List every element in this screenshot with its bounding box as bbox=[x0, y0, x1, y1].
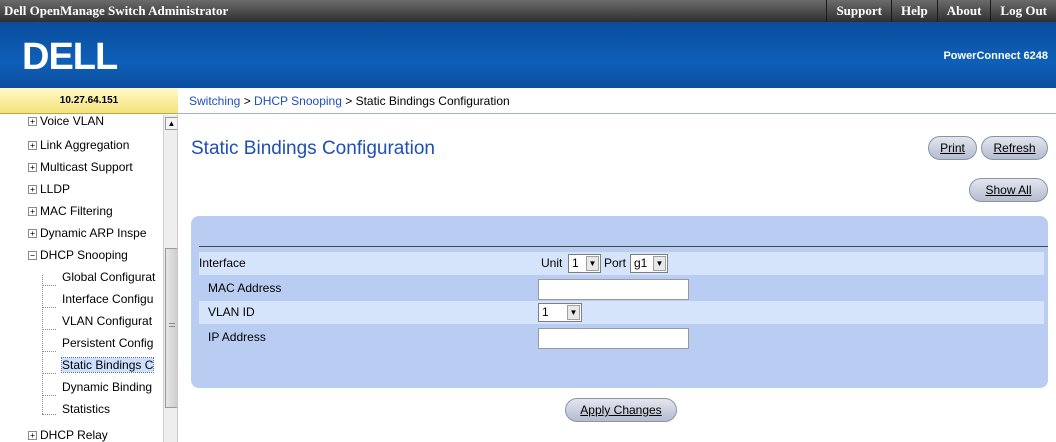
sidebar-item-vlan-configuration[interactable]: VLAN Configurat bbox=[62, 311, 152, 331]
breadcrumb-switching[interactable]: Switching bbox=[189, 94, 240, 108]
unit-select[interactable]: 1 ▼ bbox=[568, 254, 601, 273]
breadcrumb: Switching > DHCP Snooping > Static Bindi… bbox=[178, 88, 1056, 114]
about-link[interactable]: About bbox=[936, 0, 991, 22]
sidebar-item-label: LLDP bbox=[40, 182, 71, 196]
sidebar-item-lldp[interactable]: + LLDP bbox=[28, 179, 70, 199]
dell-logo: DELL bbox=[22, 36, 119, 74]
unit-value: 1 bbox=[572, 256, 579, 270]
sidebar-item-label: Interface Configu bbox=[62, 292, 154, 306]
tree-connector bbox=[42, 351, 56, 352]
sidebar-item-label: Global Configurat bbox=[62, 270, 156, 284]
sidebar-item-statistics[interactable]: Statistics bbox=[62, 399, 110, 419]
sidebar-item-persistent-configuration[interactable]: Persistent Config bbox=[62, 333, 153, 353]
sidebar-item-dynamic-bindings[interactable]: Dynamic Binding bbox=[62, 377, 152, 397]
sidebar-item-dhcp-relay[interactable]: + DHCP Relay bbox=[28, 425, 108, 442]
expand-icon[interactable]: + bbox=[28, 207, 37, 217]
sidebar-item-dhcp-snooping[interactable]: − DHCP Snooping bbox=[28, 245, 128, 265]
sidebar-item-mac-filtering[interactable]: + MAC Filtering bbox=[28, 201, 113, 221]
logout-link[interactable]: Log Out bbox=[990, 0, 1056, 22]
device-ip: 10.27.64.151 bbox=[0, 88, 178, 114]
tree-connector bbox=[42, 285, 56, 286]
chevron-down-icon[interactable]: ▼ bbox=[567, 305, 580, 320]
top-links: Support Help About Log Out bbox=[826, 0, 1056, 22]
model-name: PowerConnect 6248 bbox=[943, 50, 1048, 62]
port-select[interactable]: g1 ▼ bbox=[630, 254, 668, 273]
vlan-id-row: VLAN ID 1 ▼ bbox=[199, 301, 1044, 324]
header-banner: DELL PowerConnect 6248 bbox=[0, 22, 1056, 88]
ip-address-row: IP Address bbox=[199, 326, 1044, 349]
expand-icon[interactable]: + bbox=[28, 431, 37, 441]
ip-address-input[interactable] bbox=[538, 328, 689, 349]
sidebar-item-label: DHCP Relay bbox=[40, 428, 108, 442]
sidebar-item-static-bindings[interactable]: Static Bindings C bbox=[60, 355, 155, 375]
svg-text:DELL: DELL bbox=[22, 36, 118, 74]
sidebar-item-link-aggregation[interactable]: + Link Aggregation bbox=[28, 135, 129, 155]
sidebar-item-label: MAC Filtering bbox=[40, 204, 113, 218]
interface-row: Interface Unit 1 ▼ Port g1 ▼ bbox=[199, 252, 1044, 275]
sidebar-item-label: Link Aggregation bbox=[40, 138, 130, 152]
nav-tree: + Voice VLAN + Link Aggregation + Multicast… bbox=[0, 115, 178, 442]
mac-address-row: MAC Address bbox=[199, 277, 1044, 300]
help-link[interactable]: Help bbox=[890, 0, 937, 22]
scroll-thumb[interactable] bbox=[165, 248, 177, 408]
ip-address-label: IP Address bbox=[208, 330, 266, 344]
refresh-button[interactable]: Refresh bbox=[981, 136, 1048, 160]
collapse-icon[interactable]: − bbox=[28, 251, 37, 261]
expand-icon[interactable]: + bbox=[28, 185, 37, 195]
sidebar-item-label: Dynamic Binding bbox=[62, 380, 153, 394]
expand-icon[interactable]: + bbox=[28, 229, 37, 239]
tree-connector bbox=[42, 307, 56, 308]
sidebar-item-label: Dynamic ARP Inspe bbox=[40, 226, 147, 240]
sidebar-item-multicast-support[interactable]: + Multicast Support bbox=[28, 157, 133, 177]
expand-icon[interactable]: + bbox=[28, 163, 37, 173]
sidebar-scrollbar[interactable]: ▲ bbox=[163, 115, 177, 442]
breadcrumb-dhcp-snooping[interactable]: DHCP Snooping bbox=[254, 94, 342, 108]
breadcrumb-current: Static Bindings Configuration bbox=[355, 94, 510, 108]
vlan-id-label: VLAN ID bbox=[208, 305, 255, 319]
vlan-id-select[interactable]: 1 ▼ bbox=[538, 303, 582, 322]
breadcrumb-separator: > bbox=[240, 94, 255, 108]
expand-icon[interactable]: + bbox=[28, 141, 37, 151]
mac-address-label: MAC Address bbox=[208, 281, 282, 295]
vlan-id-value: 1 bbox=[542, 305, 549, 319]
sidebar-item-label: Static Bindings C bbox=[60, 357, 155, 373]
form-panel: Interface Unit 1 ▼ Port g1 ▼ MAC Address… bbox=[191, 216, 1048, 388]
tree-connector bbox=[42, 373, 56, 374]
sidebar-item-interface-configuration[interactable]: Interface Configu bbox=[62, 289, 153, 309]
chevron-down-icon[interactable]: ▼ bbox=[586, 256, 599, 271]
scroll-up-icon[interactable]: ▲ bbox=[165, 117, 177, 130]
tree-connector bbox=[42, 414, 56, 415]
panel-divider bbox=[199, 246, 1048, 247]
support-link[interactable]: Support bbox=[826, 0, 891, 22]
mac-address-input[interactable] bbox=[538, 279, 689, 300]
sidebar-item-dynamic-arp-inspection[interactable]: + Dynamic ARP Inspe bbox=[28, 223, 147, 243]
sidebar-item-label: Multicast Support bbox=[40, 160, 133, 174]
expand-icon[interactable]: + bbox=[28, 117, 37, 127]
print-button[interactable]: Print bbox=[928, 136, 977, 160]
grip-icon bbox=[169, 323, 175, 327]
port-value: g1 bbox=[634, 256, 648, 270]
chevron-down-icon[interactable]: ▼ bbox=[653, 256, 666, 271]
sidebar-item-label: VLAN Configurat bbox=[62, 314, 153, 328]
app-title: Dell OpenManage Switch Administrator bbox=[4, 3, 229, 18]
port-label: Port bbox=[604, 256, 627, 270]
sidebar-item-voice-vlan[interactable]: + Voice VLAN bbox=[28, 115, 104, 131]
sidebar-item-label: Statistics bbox=[62, 402, 111, 416]
unit-label: Unit bbox=[541, 256, 563, 270]
tree-connector bbox=[42, 395, 56, 396]
sidebar-item-label: Persistent Config bbox=[62, 336, 154, 350]
breadcrumb-separator: > bbox=[341, 94, 356, 108]
sidebar-item-label: DHCP Snooping bbox=[40, 248, 128, 262]
show-all-button[interactable]: Show All bbox=[969, 178, 1048, 202]
interface-label: Interface bbox=[199, 256, 246, 270]
tree-connector bbox=[42, 275, 43, 414]
tree-connector bbox=[42, 329, 56, 330]
sidebar-item-label: Voice VLAN bbox=[40, 115, 105, 128]
top-bar: Dell OpenManage Switch Administrator Sup… bbox=[0, 0, 1056, 22]
apply-changes-button[interactable]: Apply Changes bbox=[565, 398, 677, 422]
page-title: Static Bindings Configuration bbox=[191, 138, 435, 159]
sidebar-item-global-configuration[interactable]: Global Configurat bbox=[62, 267, 155, 287]
